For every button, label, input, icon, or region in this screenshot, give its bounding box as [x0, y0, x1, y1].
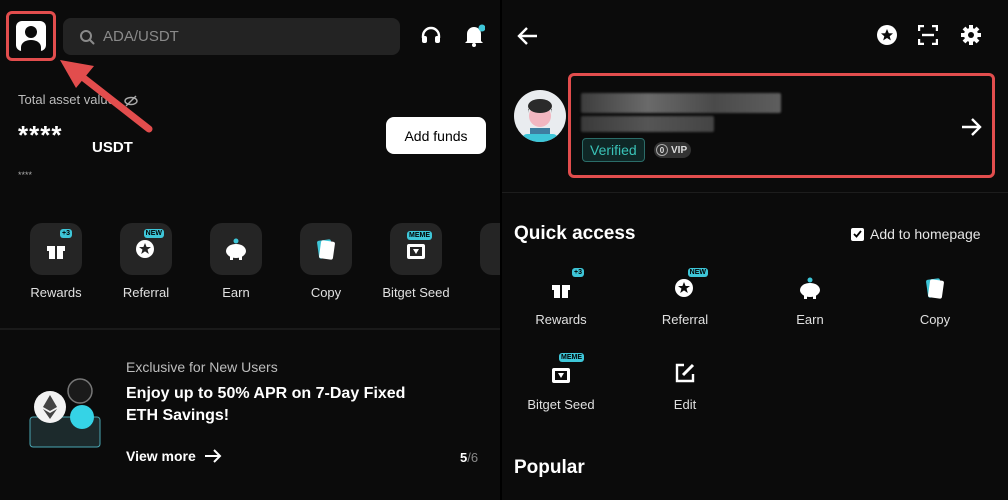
promo-tag: Exclusive for New Users: [126, 359, 278, 375]
profile-card[interactable]: Verified 0 VIP: [568, 73, 995, 178]
gift-icon: +3: [546, 268, 584, 303]
asset-sub-value: ****: [18, 170, 33, 180]
divider: [502, 192, 1008, 193]
promo-title: Enjoy up to 50% APR on 7-Day Fixed ETH S…: [126, 385, 406, 424]
tile-earn[interactable]: Earn: [191, 223, 281, 300]
add-funds-button[interactable]: Add funds: [386, 117, 486, 154]
back-arrow-icon[interactable]: [516, 24, 540, 48]
piggy-bank-icon: [795, 273, 825, 303]
view-more-link[interactable]: View more: [126, 448, 222, 464]
verified-badge: Verified: [582, 138, 645, 162]
search-input[interactable]: [103, 28, 383, 45]
eth-savings-illustration: [29, 378, 101, 448]
referral-icon: NEW: [670, 268, 708, 303]
scan-icon[interactable]: [916, 23, 940, 47]
vip-star-icon[interactable]: [875, 23, 899, 47]
vip-badge: 0 VIP: [654, 142, 692, 158]
avatar[interactable]: [514, 90, 566, 142]
gear-icon[interactable]: [959, 23, 983, 47]
copy-card-icon: [920, 273, 950, 303]
search-bar[interactable]: [63, 18, 400, 55]
tile-rewards[interactable]: +3 Rewards: [11, 223, 101, 300]
profile-avatar-button[interactable]: [6, 11, 56, 61]
seed-icon: MEME: [390, 223, 442, 275]
quick-earn[interactable]: Earn: [755, 273, 865, 327]
piggy-bank-icon: [210, 223, 262, 275]
copy-card-icon: [300, 223, 352, 275]
gift-icon: +3: [30, 223, 82, 275]
hide-eye-icon[interactable]: [124, 95, 139, 107]
user-icon: [16, 21, 46, 51]
headset-icon[interactable]: [419, 24, 443, 48]
blurred-uid: [581, 116, 714, 132]
arrow-right-icon: [204, 449, 222, 463]
quick-referral[interactable]: NEW Referral: [630, 268, 740, 327]
total-asset-label: Total asset value: [18, 92, 139, 107]
edit-icon: [670, 358, 700, 388]
checkbox-checked[interactable]: [851, 227, 864, 241]
tile-more[interactable]: M: [461, 223, 500, 300]
popular-title: Popular: [514, 457, 585, 478]
search-icon: [80, 29, 95, 44]
quick-copy[interactable]: Copy: [880, 273, 990, 327]
account-panel: Verified 0 VIP Quick access Add to homepa…: [502, 0, 1008, 500]
more-icon: [480, 223, 500, 275]
quick-rewards[interactable]: +3 Rewards: [506, 268, 616, 327]
quick-edit[interactable]: Edit: [630, 358, 740, 412]
asset-unit: USDT: [92, 139, 133, 156]
asset-value-hidden: ****: [18, 120, 63, 150]
tile-referral[interactable]: NEW Referral: [101, 223, 191, 300]
tile-copy[interactable]: Copy: [281, 223, 371, 300]
add-to-homepage-toggle[interactable]: Add to homepage: [851, 226, 981, 242]
home-panel: Total asset value **** USDT **** Add fun…: [0, 0, 500, 500]
carousel-pager: 5/6: [460, 450, 479, 465]
quick-access-title: Quick access: [514, 223, 636, 244]
divider: [0, 328, 500, 330]
bell-icon[interactable]: [462, 24, 486, 48]
seed-icon: MEME: [546, 353, 584, 388]
referral-icon: NEW: [120, 223, 172, 275]
tile-bitget-seed[interactable]: MEME Bitget Seed: [371, 223, 461, 300]
quick-bitget-seed[interactable]: MEME Bitget Seed: [506, 353, 616, 412]
arrow-right-icon[interactable]: [960, 116, 982, 138]
blurred-username: [581, 93, 781, 113]
